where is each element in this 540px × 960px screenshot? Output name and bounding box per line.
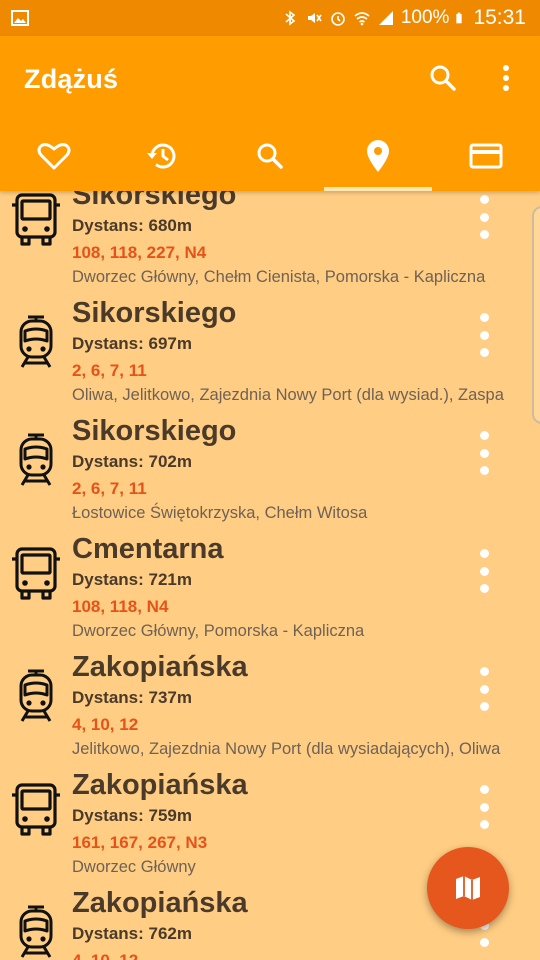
stop-list-item[interactable]: Cmentarna Dystans: 721m 108, 118, N4 Dworze… [0, 533, 540, 651]
status-icons: 100% 15:31 [281, 0, 526, 36]
stop-name: Zakopiańska [72, 769, 248, 801]
history-icon [147, 143, 176, 169]
stop-distance: Dystans: 759m [72, 806, 193, 825]
battery-icon [456, 12, 463, 24]
heart-icon [37, 143, 71, 170]
stop-list-item[interactable]: Sikorskiego Dystans: 697m 2, 6, 7, 11 Oliwa… [0, 297, 540, 415]
stop-lines: 108, 118, 227, N4 [72, 243, 207, 262]
stops-list[interactable]: Sikorskiego Dystans: 680m 108, 118, 227, N… [0, 191, 540, 960]
tram-icon [10, 903, 62, 959]
card-icon [469, 143, 503, 169]
stop-list-item[interactable]: Sikorskiego Dystans: 680m 108, 118, 227, N… [0, 191, 540, 297]
gallery-icon [11, 10, 29, 26]
stop-lines: 161, 167, 267, N3 [72, 833, 208, 852]
tab-history[interactable] [108, 121, 216, 191]
stop-distance: Dystans: 680m [72, 216, 193, 235]
stop-list-item[interactable]: Zakopiańska Dystans: 737m 4, 10, 12 Jelitko… [0, 651, 540, 769]
stop-distance: Dystans: 721m [72, 570, 193, 589]
tab-tickets[interactable] [432, 121, 540, 191]
stop-directions: Oliwa, Jelitkowo, Zajezdnia Nowy Port (d… [72, 386, 504, 404]
search-button[interactable] [423, 58, 463, 98]
stop-distance: Dystans: 702m [72, 452, 193, 471]
stop-name: Sikorskiego [72, 415, 237, 447]
stop-name: Sikorskiego [72, 191, 237, 211]
stop-lines: 4, 10, 12 [72, 951, 138, 960]
search-icon [430, 65, 456, 91]
stop-name: Cmentarna [72, 533, 224, 565]
wifi-icon [354, 12, 370, 26]
map-icon [456, 876, 480, 900]
app-title: Zdążuś [24, 64, 119, 94]
overflow-menu-button[interactable] [486, 58, 526, 98]
tab-favorites[interactable] [0, 121, 108, 191]
alarm-icon [331, 12, 345, 26]
stop-directions: Łostowice Świętokrzyska, Chełm Witosa [72, 504, 368, 522]
bluetooth-icon [285, 10, 296, 26]
bus-icon [10, 781, 62, 837]
stop-more-button[interactable] [470, 431, 498, 475]
tram-icon [10, 667, 62, 723]
stop-distance: Dystans: 737m [72, 688, 193, 707]
stop-directions: Dworzec Główny, Chełm Cienista, Pomorska… [72, 268, 486, 286]
bus-icon [10, 545, 62, 601]
tram-icon [10, 313, 62, 369]
stop-lines: 108, 118, N4 [72, 597, 169, 616]
stop-more-button[interactable] [470, 313, 498, 357]
tab-bar [0, 121, 540, 191]
scroll-edge-panel[interactable] [532, 206, 540, 424]
stop-name: Sikorskiego [72, 297, 237, 329]
stop-more-button[interactable] [470, 785, 498, 829]
stop-directions: Dworzec Główny [72, 858, 196, 876]
tram-icon [10, 431, 62, 487]
stop-lines: 4, 10, 12 [72, 715, 139, 734]
location-pin-icon [367, 140, 389, 172]
stop-more-button[interactable] [470, 195, 498, 239]
stop-lines: 2, 6, 7, 11 [72, 479, 147, 498]
clock: 15:31 [473, 6, 526, 29]
stop-directions: Jelitkowo, Zajezdnia Nowy Port (dla wysi… [72, 740, 501, 758]
bus-icon [10, 191, 62, 247]
map-fab-button[interactable] [427, 847, 509, 929]
stop-directions: Dworzec Główny, Pomorska - Kapliczna [72, 622, 365, 640]
more-vert-icon [503, 65, 509, 91]
status-bar: 100% 15:31 [0, 0, 540, 36]
stop-list-item[interactable]: Sikorskiego Dystans: 702m 2, 6, 7, 11 Łosto… [0, 415, 540, 533]
battery-percent: 100% [400, 7, 450, 28]
stop-lines: 2, 6, 7, 11 [72, 361, 147, 380]
stop-name: Zakopiańska [72, 651, 248, 683]
tab-search[interactable] [216, 121, 324, 191]
search-icon [257, 143, 283, 169]
signal-icon [378, 11, 393, 25]
app-bar: Zdążuś [0, 36, 540, 191]
stop-more-button[interactable] [470, 549, 498, 593]
stop-distance: Dystans: 697m [72, 334, 193, 353]
mute-icon [307, 13, 322, 23]
stop-distance: Dystans: 762m [72, 924, 193, 943]
stop-more-button[interactable] [470, 667, 498, 711]
stop-name: Zakopiańska [72, 887, 248, 919]
tab-nearby[interactable] [324, 121, 432, 191]
